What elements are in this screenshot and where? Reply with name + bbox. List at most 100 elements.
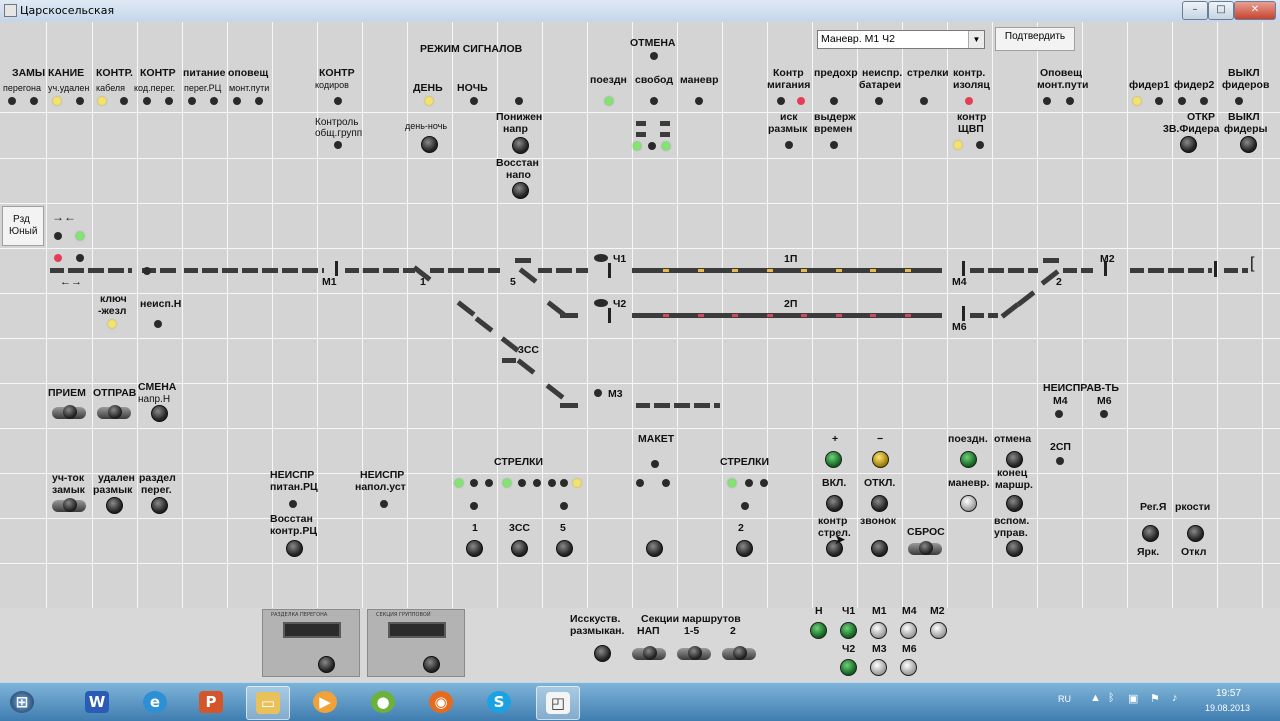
label-mont-puti: монт.пути	[229, 83, 270, 93]
otkl-yark-knob[interactable]	[1187, 525, 1204, 542]
taskbar-media[interactable]: ▶	[304, 686, 346, 718]
confirm-button[interactable]: Подтвердить	[995, 27, 1075, 51]
tray-app-icon[interactable]: ▣	[1128, 692, 1138, 705]
r15-switch[interactable]	[677, 646, 711, 660]
strelka-5-knob[interactable]	[556, 540, 573, 557]
signal-post	[962, 261, 965, 276]
lamp-label-m1: М1	[872, 605, 887, 617]
taskbar-app[interactable]: ●	[362, 686, 404, 718]
smena-napr-knob[interactable]	[151, 405, 168, 422]
lamp-n[interactable]	[810, 622, 827, 639]
taskbar: ⊞ W e P ▭ ▶ ● ◉ S ◰ RU ▲ ᛒ ▣ ⚑ ♪ 19:57 1…	[0, 682, 1280, 721]
close-button[interactable]: ✕	[1234, 1, 1276, 20]
lamp-m4[interactable]	[900, 622, 917, 639]
taskbar-powerpoint[interactable]: P	[190, 686, 232, 718]
ponizhen-napr-knob[interactable]	[512, 137, 529, 154]
label-uch-udalen: уч.удален	[48, 83, 90, 93]
lamp-ch1[interactable]	[840, 622, 857, 639]
sbros-switch[interactable]	[908, 541, 942, 555]
track-gap	[258, 268, 262, 273]
maximize-button[interactable]: □	[1208, 1, 1234, 20]
track-gap	[484, 268, 488, 273]
grid-line	[0, 473, 1280, 474]
maket-knob[interactable]	[646, 540, 663, 557]
route-select[interactable]: Маневр. М1 Ч2 ▼	[817, 30, 985, 49]
zvonok-knob[interactable]	[871, 540, 888, 557]
chevron-down-icon[interactable]: ▼	[968, 31, 984, 48]
manevr-lamp[interactable]	[960, 495, 977, 512]
lamp-m6[interactable]	[900, 659, 917, 676]
plus-lamp[interactable]	[825, 451, 842, 468]
razdel-knob[interactable]	[151, 497, 168, 514]
isk-razmyk-indicator	[785, 141, 793, 149]
isk-razmyk-knob[interactable]	[594, 645, 611, 662]
clock-time[interactable]: 19:57	[1216, 688, 1241, 699]
strelka-5-indicator-4	[560, 502, 568, 510]
taskbar-panel-app[interactable]: ◰	[536, 686, 580, 720]
label-maket: МАКЕТ	[638, 433, 675, 445]
uch-tok-switch[interactable]	[52, 498, 86, 512]
label-r15: 1-5	[684, 625, 700, 637]
cancel-heading: ОТМЕНА	[630, 37, 676, 49]
vspom-upr-knob[interactable]	[1006, 540, 1023, 557]
grid-line	[0, 248, 1280, 249]
neisprav-m4-indicator	[1055, 410, 1063, 418]
grid-line	[1037, 22, 1038, 608]
otmena-knob[interactable]	[1006, 451, 1023, 468]
counter-2-button[interactable]	[423, 656, 440, 673]
priem-switch[interactable]	[52, 405, 86, 419]
batarei-indicator	[875, 97, 883, 105]
counter-1-button[interactable]	[318, 656, 335, 673]
strelka-3ss-knob[interactable]	[511, 540, 528, 557]
label-2sp: 2СП	[1050, 441, 1071, 453]
taskbar-skype[interactable]: S	[478, 686, 520, 718]
bluetooth-icon[interactable]: ᛒ	[1108, 692, 1115, 704]
minimize-button[interactable]: –	[1182, 1, 1208, 20]
poezdn-lamp[interactable]	[960, 451, 977, 468]
vykl-fidery-knob[interactable]	[1240, 136, 1257, 153]
start-button[interactable]: ⊞	[4, 686, 40, 718]
taskbar-word[interactable]: W	[76, 686, 118, 718]
minus-lamp[interactable]	[872, 451, 889, 468]
otkl-knob[interactable]	[871, 495, 888, 512]
den-noch-knob[interactable]	[421, 136, 438, 153]
label-udalen-1: удален	[98, 472, 135, 484]
action-center-icon[interactable]: ⚑	[1150, 692, 1160, 705]
taskbar-ie[interactable]: e	[134, 686, 176, 718]
occupancy-light	[698, 314, 704, 317]
predokhr-indicator	[830, 97, 838, 105]
vosstan-kontr-knob[interactable]	[286, 540, 303, 557]
lamp-m3[interactable]	[870, 659, 887, 676]
label-den-noch: день-ночь	[405, 121, 448, 131]
volume-icon[interactable]: ♪	[1172, 692, 1178, 704]
lamp-m2[interactable]	[930, 622, 947, 639]
track-gap	[1184, 268, 1188, 273]
otkr-fidera-knob[interactable]	[1180, 136, 1197, 153]
track-2p	[632, 313, 942, 318]
taskbar-explorer[interactable]: ▭	[246, 686, 290, 720]
otprav-switch[interactable]	[97, 405, 131, 419]
taskbar-firefox[interactable]: ◉	[420, 686, 462, 718]
strelka-1-knob[interactable]	[466, 540, 483, 557]
r2-switch[interactable]	[722, 646, 756, 660]
label-isk-1: иск	[780, 111, 798, 123]
language-indicator[interactable]: RU	[1058, 694, 1071, 704]
strelka-2-knob[interactable]	[736, 540, 753, 557]
windows-logo-icon: ⊞	[10, 691, 34, 713]
nap-switch[interactable]	[632, 646, 666, 660]
clock-date[interactable]: 19.08.2013	[1205, 703, 1250, 713]
lamp-ch2[interactable]	[840, 659, 857, 676]
vkl-knob[interactable]	[826, 495, 843, 512]
fider1-indicator-2	[1155, 97, 1163, 105]
klyuch-indicator	[108, 320, 116, 328]
label-kod-pereg: код.перег.	[134, 83, 176, 93]
yark-knob[interactable]	[1142, 525, 1159, 542]
konets-marshr-knob[interactable]	[1006, 495, 1023, 512]
udalen-knob[interactable]	[106, 497, 123, 514]
station-yuny-button[interactable]: Рзд Юный	[2, 206, 44, 246]
vosstan-napo-knob[interactable]	[512, 182, 529, 199]
kodirov-indicator	[334, 97, 342, 105]
lamp-m1[interactable]	[870, 622, 887, 639]
show-hidden-icons-icon[interactable]: ▲	[1090, 692, 1101, 704]
switch-track	[1043, 258, 1059, 263]
